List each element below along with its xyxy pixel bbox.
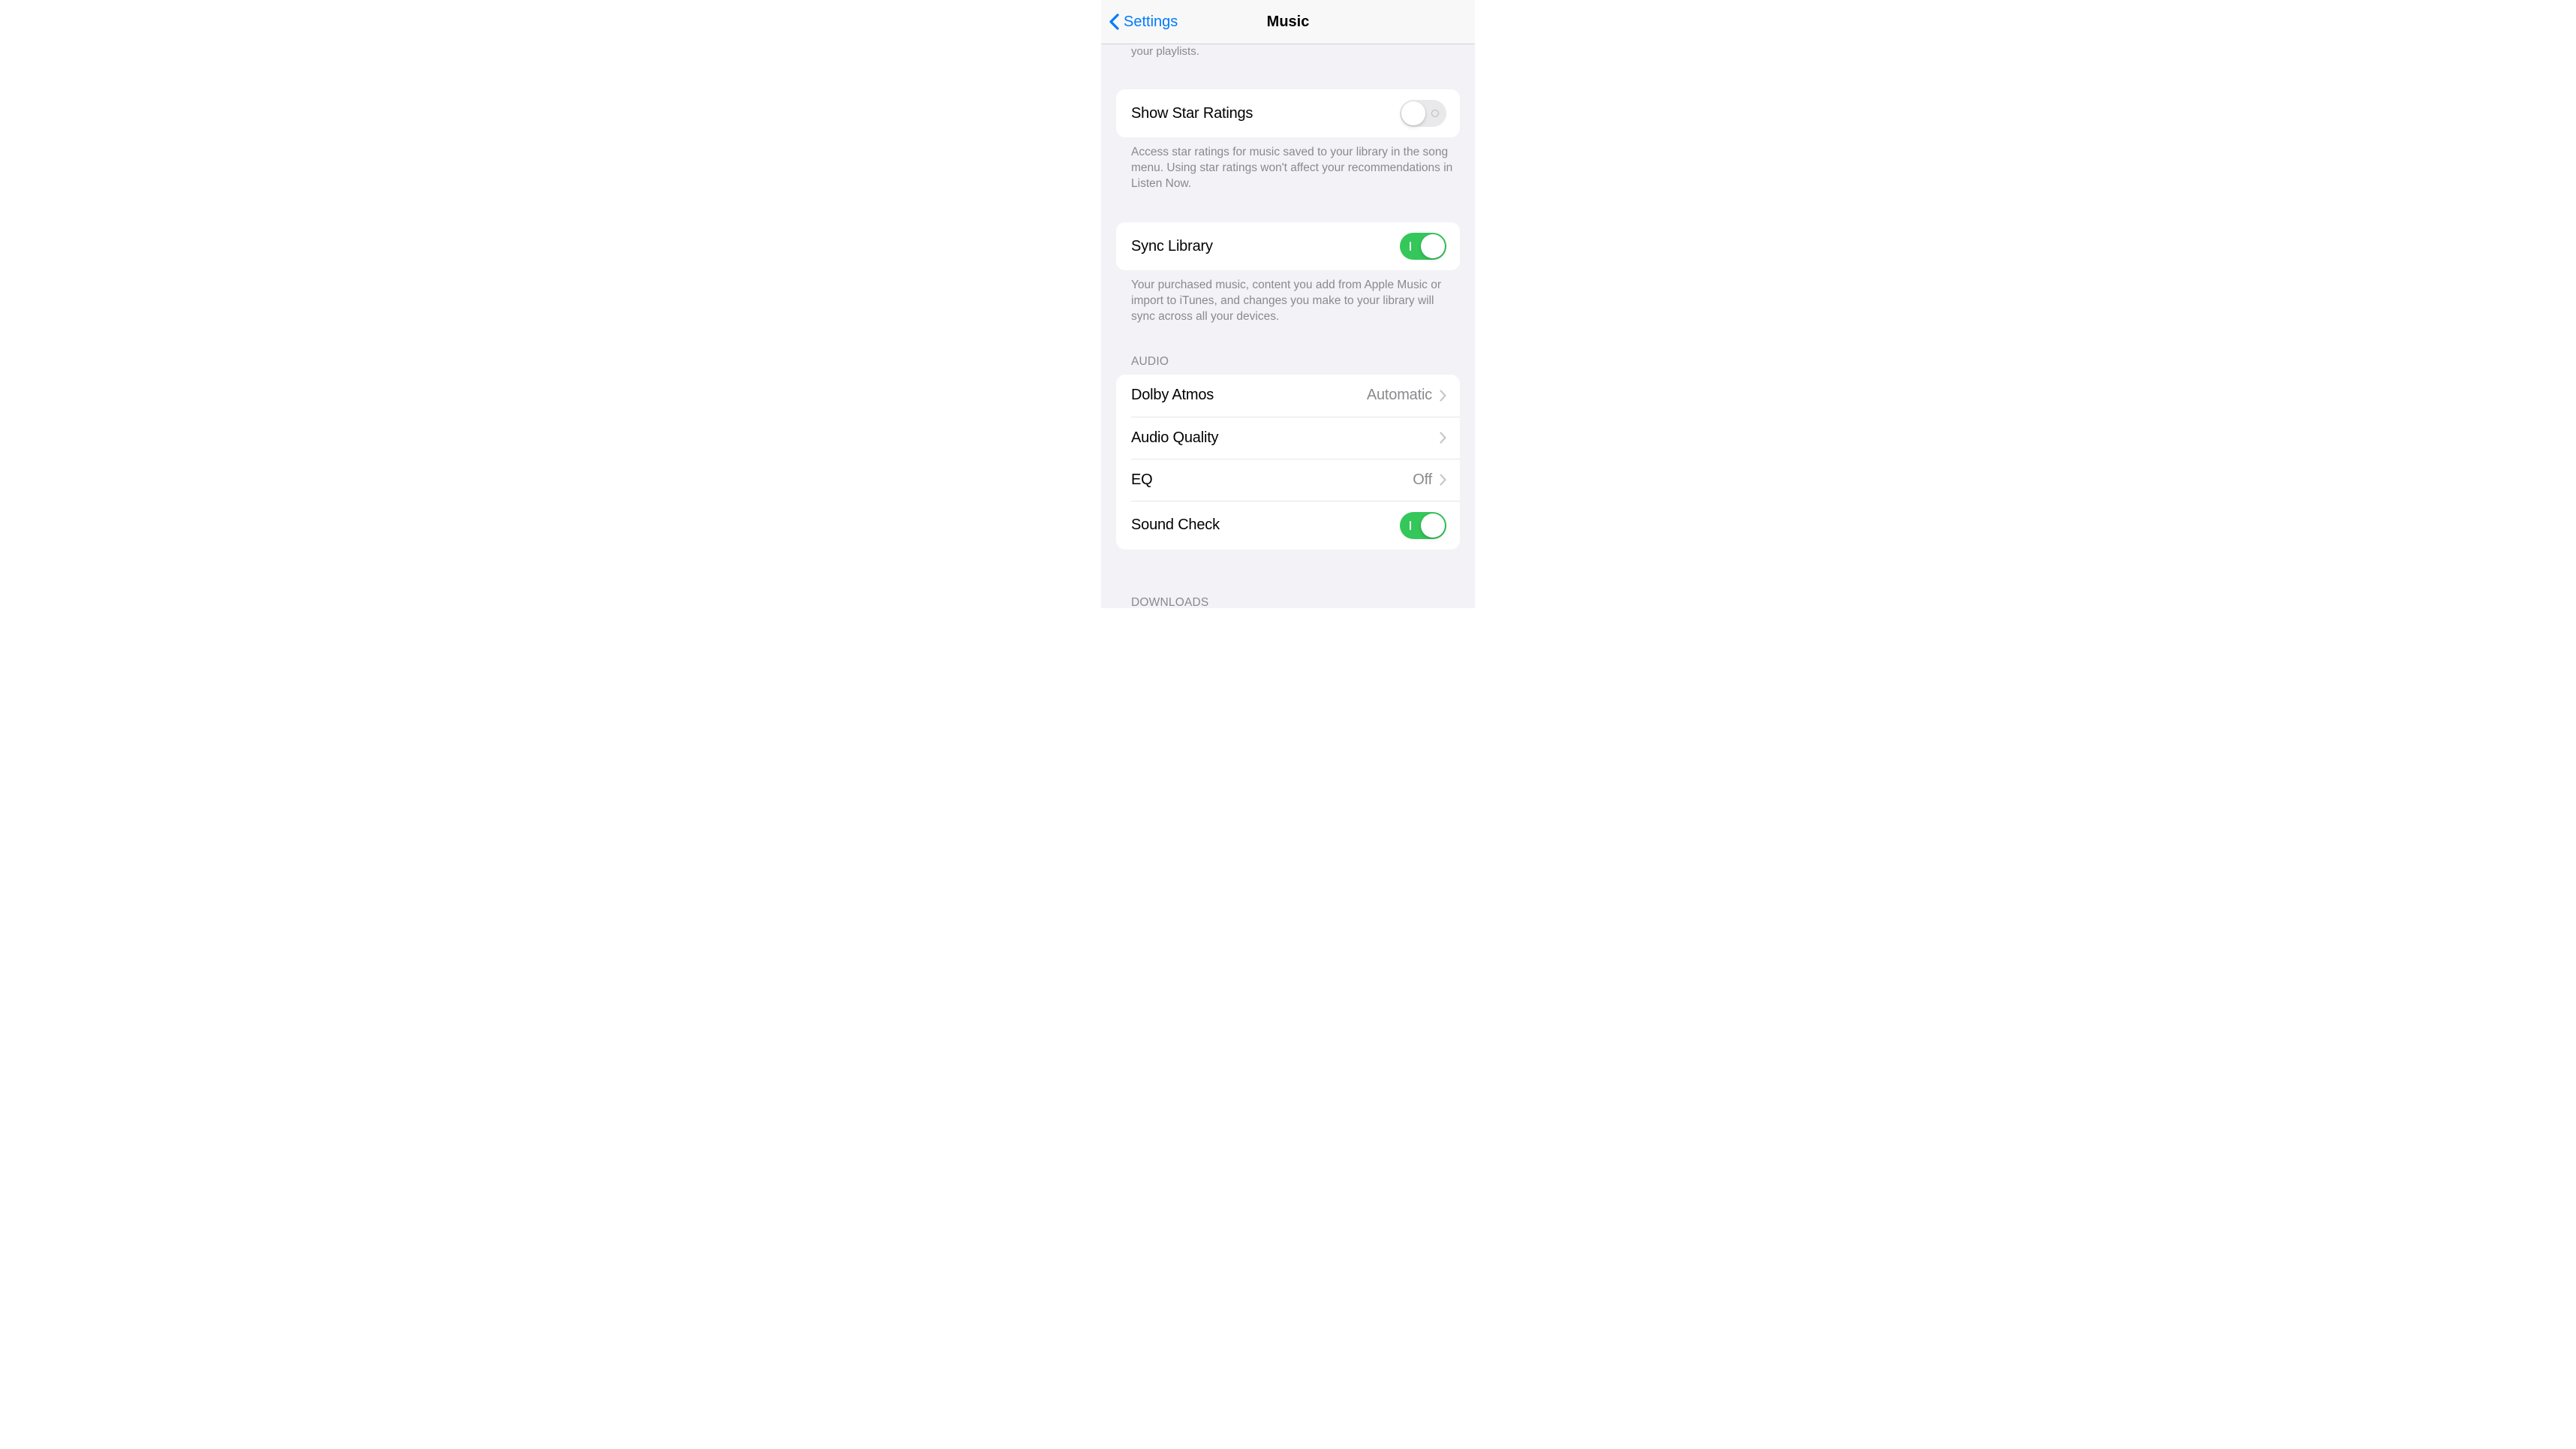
audio-quality-row[interactable]: Audio Quality: [1131, 417, 1460, 459]
star-ratings-group: Show Star Ratings Access star ratings fo…: [1101, 89, 1475, 192]
audio-header: Audio: [1101, 355, 1475, 375]
previous-section-footer-partial: your playlists.: [1101, 44, 1475, 59]
chevron-left-icon: [1109, 14, 1119, 30]
sync-library-group: Sync Library Your purchased music, conte…: [1101, 222, 1475, 325]
dolby-atmos-value: Automatic: [1367, 387, 1432, 404]
sound-check-label: Sound Check: [1131, 517, 1220, 534]
sync-library-row: Sync Library: [1116, 222, 1460, 270]
back-label: Settings: [1124, 14, 1178, 31]
row-right: Automatic: [1367, 387, 1446, 404]
eq-label: EQ: [1131, 471, 1153, 489]
downloads-header: Downloads: [1101, 596, 1475, 608]
sync-library-label: Sync Library: [1131, 238, 1213, 255]
sync-library-toggle[interactable]: [1400, 233, 1446, 260]
show-star-ratings-row: Show Star Ratings: [1116, 89, 1460, 137]
row-right: [1432, 432, 1446, 444]
star-ratings-footer: Access star ratings for music saved to y…: [1101, 137, 1475, 192]
audio-group: Audio Dolby Atmos Automatic Audio Qualit…: [1101, 355, 1475, 550]
audio-quality-label: Audio Quality: [1131, 429, 1218, 447]
page-title: Music: [1267, 14, 1310, 31]
music-settings-screen: Settings Music your playlists. Show Star…: [1101, 0, 1475, 608]
downloads-group: Downloads Downloaded Music 3 GB: [1101, 596, 1475, 608]
star-ratings-card: Show Star Ratings: [1116, 89, 1460, 137]
scroll-content[interactable]: your playlists. Show Star Ratings Access…: [1101, 44, 1475, 608]
eq-row[interactable]: EQ Off: [1131, 459, 1460, 501]
sync-library-footer: Your purchased music, content you add fr…: [1101, 270, 1475, 325]
chevron-right-icon: [1440, 390, 1446, 402]
sync-library-card: Sync Library: [1116, 222, 1460, 270]
navigation-bar: Settings Music: [1101, 0, 1475, 44]
row-right: Off: [1413, 471, 1446, 489]
sound-check-toggle[interactable]: [1400, 512, 1446, 539]
eq-value: Off: [1413, 471, 1432, 489]
back-button[interactable]: Settings: [1109, 14, 1178, 31]
toggle-knob: [1421, 234, 1445, 258]
chevron-right-icon: [1440, 432, 1446, 444]
sound-check-row: Sound Check: [1131, 501, 1460, 550]
dolby-atmos-label: Dolby Atmos: [1131, 387, 1214, 404]
toggle-knob: [1421, 514, 1445, 538]
toggle-knob: [1401, 101, 1425, 125]
audio-card: Dolby Atmos Automatic Audio Quality: [1116, 375, 1460, 550]
show-star-ratings-toggle[interactable]: [1400, 100, 1446, 127]
chevron-right-icon: [1440, 474, 1446, 486]
show-star-ratings-label: Show Star Ratings: [1131, 105, 1253, 122]
dolby-atmos-row[interactable]: Dolby Atmos Automatic: [1116, 375, 1460, 417]
